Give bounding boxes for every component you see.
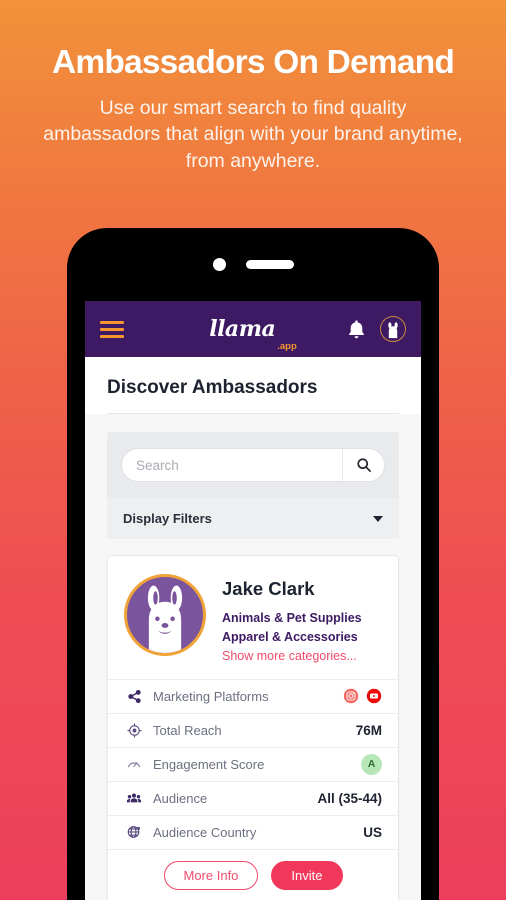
brand-suffix: .app <box>277 341 297 352</box>
phone-screen: llama .app Discover Ambassadors Search D… <box>85 301 421 900</box>
page-title: Discover Ambassadors <box>107 357 399 414</box>
invite-button[interactable]: Invite <box>271 860 343 891</box>
stat-label: Total Reach <box>153 722 222 738</box>
ambassador-category: Animals & Pet Supplies <box>222 611 362 625</box>
promo-header: Ambassadors On Demand Use our smart sear… <box>0 0 506 174</box>
phone-mockup: llama .app Discover Ambassadors Search D… <box>67 228 439 900</box>
app-bar: llama .app <box>85 301 421 357</box>
search-filters-panel: Display Filters <box>107 432 399 539</box>
stat-row-marketing-platforms: Marketing Platforms <box>108 678 398 713</box>
speaker-grill-icon <box>245 260 294 269</box>
ambassador-header: Jake Clark Animals & Pet Supplies Appare… <box>108 556 398 678</box>
camera-icon <box>212 258 226 271</box>
ambassador-card-actions: More Info Invite <box>108 848 398 900</box>
display-filters-toggle[interactable]: Display Filters <box>107 498 399 539</box>
chevron-down-icon <box>373 515 383 522</box>
search-button[interactable] <box>342 449 384 481</box>
target-icon <box>124 722 144 738</box>
brand-name: llama <box>209 316 276 342</box>
stat-row-engagement-score: Engagement Score A <box>108 746 398 781</box>
stat-row-audience-country: Audience Country US <box>108 814 398 849</box>
ambassador-avatar[interactable] <box>124 574 206 656</box>
gauge-icon <box>124 756 144 772</box>
display-filters-label: Display Filters <box>123 511 212 526</box>
stat-label: Marketing Platforms <box>153 688 269 704</box>
stat-value: 76M <box>355 722 382 738</box>
phone-top-bezel <box>67 228 439 301</box>
ambassador-category: Apparel & Accessories <box>222 629 358 644</box>
bell-icon[interactable] <box>347 319 366 340</box>
promo-title: Ambassadors On Demand <box>51 44 455 81</box>
search-bar <box>121 448 385 482</box>
stat-label: Audience <box>153 790 208 806</box>
youtube-icon <box>366 688 382 704</box>
stat-label: Audience Country <box>153 824 257 840</box>
page-content: Discover Ambassadors Display Filters <box>85 357 421 900</box>
share-icon <box>124 689 144 704</box>
show-more-categories-link[interactable]: Show more categories... <box>222 649 362 663</box>
hamburger-menu-icon[interactable] <box>100 320 124 338</box>
people-icon <box>124 790 144 806</box>
more-info-button[interactable]: More Info <box>163 860 259 891</box>
stat-label: Engagement Score <box>153 756 265 772</box>
ambassador-name: Jake Clark <box>222 578 315 599</box>
stat-value: All (35-44) <box>317 790 382 806</box>
ambassador-card: Jake Clark Animals & Pet Supplies Appare… <box>107 555 399 900</box>
search-input[interactable] <box>122 457 342 473</box>
promo-subtitle: Use our smart search to find quality amb… <box>43 96 463 172</box>
stat-row-total-reach: Total Reach 76M <box>108 712 398 747</box>
engagement-grade-badge: A <box>361 753 382 775</box>
instagram-icon <box>343 688 359 704</box>
stat-value: US <box>363 824 382 840</box>
globe-icon <box>124 824 144 840</box>
llama-avatar-icon[interactable] <box>380 316 406 342</box>
stat-row-audience: Audience All (35-44) <box>108 780 398 815</box>
platform-icons <box>343 688 382 704</box>
